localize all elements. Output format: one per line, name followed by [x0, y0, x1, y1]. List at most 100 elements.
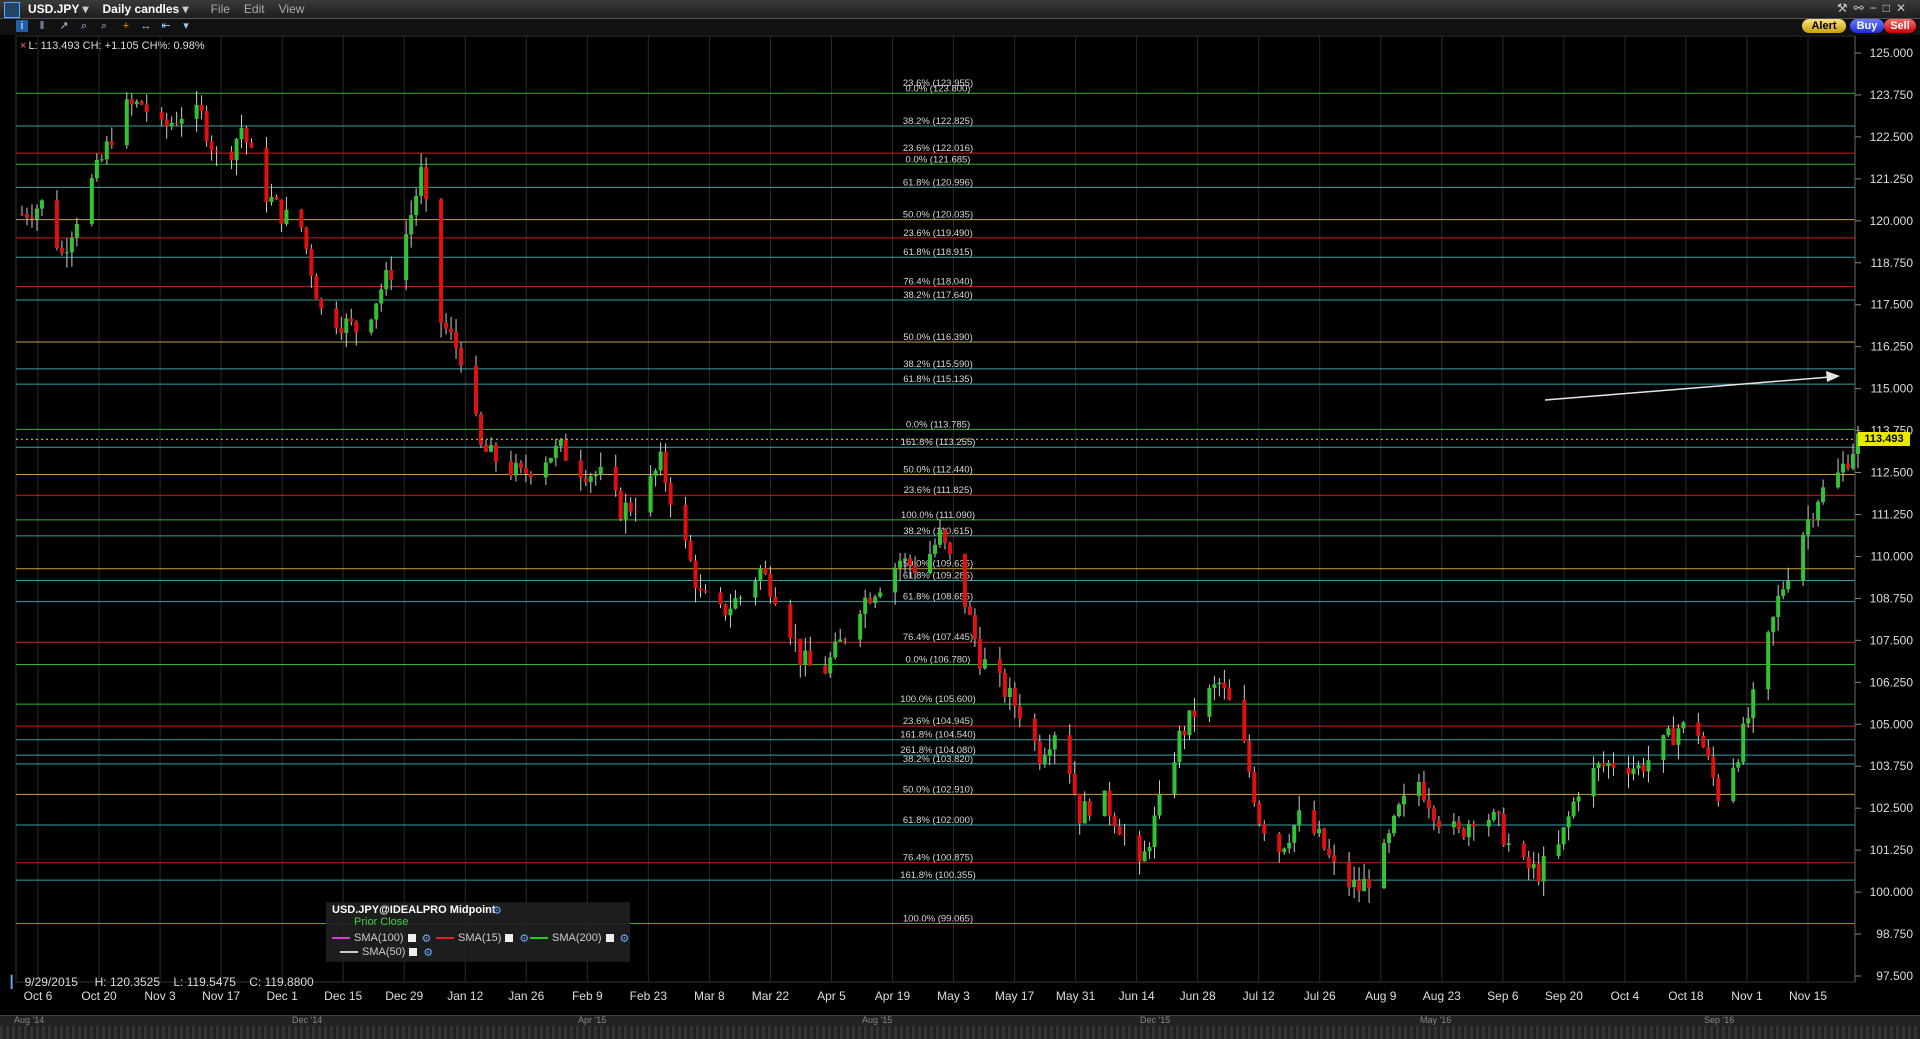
candle-up: [1082, 801, 1087, 824]
candle-up: [1666, 728, 1671, 736]
time-navigator[interactable]: Aug '14 Dec '14 Apr '15 Aug '15 Dec '15 …: [0, 1015, 1920, 1026]
candle-up: [653, 470, 658, 476]
candle-up: [1786, 580, 1791, 590]
price-axis: 125.000 123.750 122.500 121.250 120.000 118.7…: [1854, 36, 1914, 983]
candle-up: [1676, 728, 1681, 745]
candle-up: [543, 462, 548, 478]
x-tick-label: Sep 20: [1545, 989, 1583, 1003]
candle-up: [1571, 801, 1576, 817]
candle-up: [1776, 595, 1781, 617]
candle-up: [1741, 723, 1746, 763]
candle-down: [1192, 710, 1197, 717]
candle-down: [54, 200, 59, 249]
candle-down: [20, 214, 24, 216]
legend-sma15[interactable]: SMA(15) ⚙: [436, 931, 529, 945]
candle-down: [1077, 793, 1082, 824]
candle-down: [698, 588, 703, 591]
candle-up: [1147, 847, 1152, 852]
candle-down: [249, 142, 254, 148]
candle-up: [1541, 855, 1546, 882]
x-tick-label: Jul 12: [1243, 989, 1275, 1003]
candle-up: [488, 444, 493, 452]
candle-down: [523, 468, 528, 474]
candle-up: [838, 639, 843, 642]
legend-title-wrench-icon[interactable]: ⚙: [492, 904, 502, 917]
wrench-icon[interactable]: ⚙: [422, 932, 432, 945]
candle-down: [1611, 762, 1616, 768]
candle-down: [29, 217, 34, 219]
trend-arrow-head: [1826, 371, 1840, 382]
candle-down: [1257, 803, 1262, 825]
fib-level-label: 38.2% (122.825): [903, 116, 973, 127]
candle-up: [374, 303, 379, 320]
candle-up: [1636, 765, 1641, 769]
candle-down: [279, 199, 284, 224]
legend-sma200[interactable]: SMA(200) ⚙: [530, 931, 629, 945]
legend-prior-close: Prior Close: [354, 916, 409, 928]
candle-down: [1227, 688, 1232, 700]
candle-up: [124, 99, 129, 146]
candle-down: [583, 477, 588, 482]
candle-up: [828, 657, 833, 674]
candle-down: [264, 147, 269, 203]
x-tick-label: Aug 9: [1365, 989, 1397, 1003]
candle-down: [164, 119, 169, 127]
ohlc-close: C: 119.8800: [249, 975, 314, 989]
legend-title: USD.JPY@IDEALPRO Midpoint: [332, 904, 496, 916]
fib-level-label: 76.4% (107.445): [903, 632, 973, 643]
candle-down: [793, 638, 798, 640]
candle-down: [823, 665, 828, 674]
candle-up: [39, 200, 44, 209]
candle-up: [69, 238, 74, 253]
candle-up: [1451, 821, 1456, 828]
candle-up: [1556, 844, 1561, 856]
candle-up: [1766, 632, 1771, 690]
candle-down: [613, 466, 618, 491]
candle-down: [474, 365, 479, 415]
candle-up: [1596, 763, 1601, 769]
candle-down: [1122, 834, 1127, 836]
x-tick-label: Oct 4: [1611, 989, 1640, 1003]
candle-down: [1247, 741, 1252, 772]
y-tick-label: 125.000: [1870, 46, 1914, 60]
candle-down: [1312, 810, 1317, 834]
candle-down: [493, 444, 498, 462]
wrench-icon[interactable]: ⚙: [519, 932, 529, 945]
candle-down: [683, 504, 688, 541]
wrench-icon[interactable]: ⚙: [620, 932, 630, 945]
candle-down: [1032, 718, 1037, 742]
legend-sma100[interactable]: SMA(100) ⚙: [332, 931, 431, 945]
candle-up: [1317, 828, 1322, 834]
nav-label: Dec '15: [1140, 1015, 1171, 1025]
y-tick-label: 115.000: [1871, 382, 1914, 396]
candle-down: [663, 451, 668, 484]
fib-level-label: 76.4% (118.040): [903, 277, 973, 288]
wrench-icon[interactable]: ⚙: [423, 946, 433, 959]
candle-down: [304, 227, 309, 249]
candle-down: [1601, 763, 1606, 767]
candle-down: [144, 104, 149, 113]
fib-level-label: 61.8% (108.655): [903, 592, 973, 603]
candle-up: [1591, 768, 1596, 797]
candle-down: [768, 573, 773, 597]
y-tick-label: 117.500: [1871, 298, 1914, 312]
candle-up: [369, 319, 374, 333]
x-tick-label: Jan 26: [508, 989, 544, 1003]
candle-up: [833, 641, 838, 658]
candle-up: [893, 567, 898, 593]
fib-level-label: 0.0% (123.800): [906, 83, 971, 94]
candle-down: [1067, 735, 1072, 775]
fib-level-label: 100.0% (99.065): [903, 913, 973, 924]
y-tick-label: 116.250: [1871, 340, 1914, 354]
candle-up: [648, 475, 653, 513]
scrollbar[interactable]: [0, 1026, 1920, 1039]
candle-up: [1631, 768, 1636, 774]
candle-up: [558, 439, 563, 446]
x-tick-label: Dec 29: [385, 989, 423, 1003]
candle-down: [1332, 855, 1337, 862]
x-tick-label: Jul 26: [1304, 989, 1336, 1003]
nav-label: May '16: [1420, 1015, 1452, 1025]
candle-up: [1491, 811, 1496, 820]
legend-sma50[interactable]: SMA(50) ⚙: [340, 945, 433, 959]
price-chart[interactable]: 23.6% (123.955)0.0% (123.800)38.2% (122.…: [0, 0, 1920, 1039]
